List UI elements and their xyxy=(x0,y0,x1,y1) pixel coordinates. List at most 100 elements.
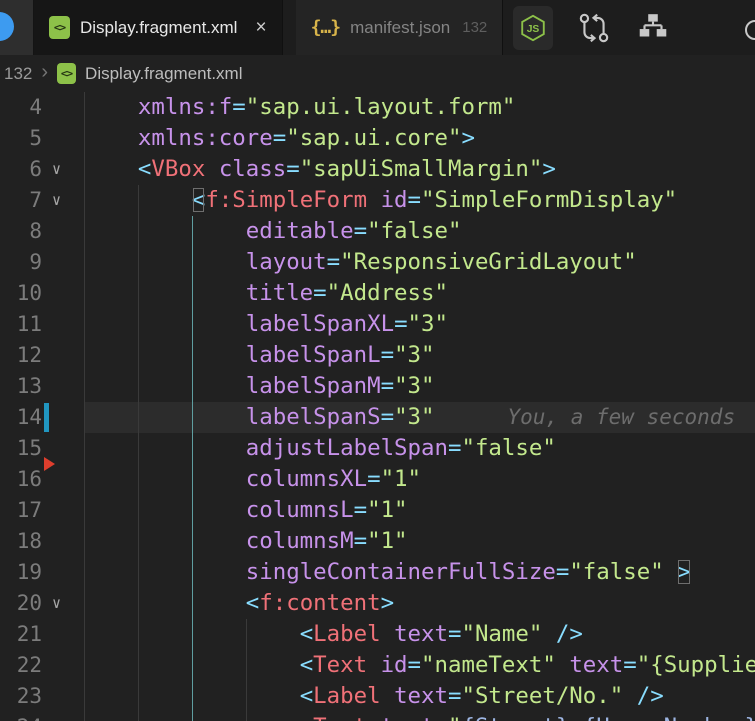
gutter[interactable]: 18 xyxy=(0,526,84,557)
gutter[interactable]: 5 xyxy=(0,123,84,154)
token: = xyxy=(353,497,368,523)
token: < xyxy=(299,683,314,709)
token: labelSpanXL xyxy=(245,311,395,337)
indent-guide xyxy=(138,185,139,721)
tab-display-fragment-xml[interactable]: <> Display.fragment.xml × xyxy=(34,0,283,55)
line-number[interactable]: 19 xyxy=(0,557,42,588)
inline-blame-annotation: You, a few seconds xyxy=(507,405,736,429)
breadcrumb-root[interactable]: 132 xyxy=(4,64,32,84)
gutter[interactable]: 19 xyxy=(0,557,84,588)
hierarchy-icon[interactable] xyxy=(635,11,671,45)
token: = xyxy=(272,125,287,151)
code-line: 12 labelSpanL="3" xyxy=(0,340,755,371)
gutter[interactable]: 20 ∨ xyxy=(0,588,84,619)
code-line: 15 adjustLabelSpan="false" xyxy=(0,433,755,464)
gutter[interactable]: 21 xyxy=(0,619,84,650)
line-number[interactable]: 13 xyxy=(0,371,42,402)
gutter[interactable]: 4 xyxy=(0,92,84,123)
gutter[interactable]: 13 xyxy=(0,371,84,402)
gutter[interactable]: 6 ∨ xyxy=(0,154,84,185)
line-number[interactable]: 10 xyxy=(0,278,42,309)
line-number[interactable]: 4 xyxy=(0,92,42,123)
token: columnsL xyxy=(245,497,354,523)
code-text: columnsL="1" xyxy=(84,495,755,526)
open-changes-icon[interactable] xyxy=(577,11,611,45)
line-number[interactable]: 20 xyxy=(0,588,42,619)
gutter[interactable]: 16 xyxy=(0,457,84,495)
line-number[interactable]: 11 xyxy=(0,309,42,340)
gutter[interactable]: 22 xyxy=(0,650,84,681)
gutter[interactable]: 17 xyxy=(0,495,84,526)
line-number[interactable]: 21 xyxy=(0,619,42,650)
line-number[interactable]: 12 xyxy=(0,340,42,371)
token: = xyxy=(353,528,368,554)
line-number[interactable]: 22 xyxy=(0,650,42,681)
code-text: <f:SimpleForm id="SimpleFormDisplay" xyxy=(84,185,755,216)
gutter[interactable]: 9 xyxy=(0,247,84,278)
line-number[interactable]: 23 xyxy=(0,681,42,712)
token: text xyxy=(394,621,448,647)
gutter[interactable]: 15 xyxy=(0,433,84,464)
gutter[interactable]: 11 xyxy=(0,309,84,340)
editor-actions: JS xyxy=(503,0,755,55)
breadcrumb-file[interactable]: Display.fragment.xml xyxy=(85,64,242,84)
gutter[interactable]: 10 xyxy=(0,278,84,309)
gutter[interactable]: 8 xyxy=(0,216,84,247)
fold-chevron-icon[interactable]: ∨ xyxy=(42,588,84,619)
json-file-icon: {…} xyxy=(310,17,341,38)
token: < xyxy=(299,652,314,678)
token: < xyxy=(137,156,152,182)
code-text: <f:content> xyxy=(84,588,755,619)
token: labelSpanS xyxy=(245,404,381,430)
line-number[interactable]: 24 xyxy=(0,712,42,721)
token: "nameText" xyxy=(421,652,556,678)
line-number[interactable]: 9 xyxy=(0,247,42,278)
token: /> xyxy=(636,683,664,709)
line-number[interactable]: 16 xyxy=(0,464,42,495)
line-number[interactable]: 14 xyxy=(0,402,42,433)
line-number[interactable]: 15 xyxy=(0,433,42,464)
token: Text xyxy=(313,652,368,678)
editor[interactable]: 4 xmlns:f="sap.ui.layout.form" 5 xmlns:co… xyxy=(0,92,755,721)
line-number[interactable]: 8 xyxy=(0,216,42,247)
code-line: 18 columnsM="1" xyxy=(0,526,755,557)
line-number[interactable]: 18 xyxy=(0,526,42,557)
token: "false" xyxy=(569,559,664,585)
code-line: 21 <Label text="Name" /> xyxy=(0,619,755,650)
gutter[interactable]: 23 xyxy=(0,681,84,712)
token: = xyxy=(447,683,462,709)
tab-folder-badge: 132 xyxy=(462,19,488,36)
line-number[interactable]: 6 xyxy=(0,154,42,185)
tab-manifest-json[interactable]: {…} manifest.json 132 xyxy=(295,0,504,55)
token: text xyxy=(394,683,448,709)
gutter[interactable]: 7 ∨ xyxy=(0,185,84,216)
gutter[interactable]: 12 xyxy=(0,340,84,371)
line-number[interactable]: 17 xyxy=(0,495,42,526)
token: text xyxy=(381,714,435,721)
code-text: labelSpanL="3" xyxy=(84,340,755,371)
line-number[interactable]: 5 xyxy=(0,123,42,154)
token: adjustLabelSpan xyxy=(245,435,448,461)
gutter[interactable]: 14 xyxy=(0,402,84,433)
clipped-action-icon xyxy=(745,20,755,40)
code-line: 13 labelSpanM="3" xyxy=(0,371,755,402)
node-js-icon[interactable]: JS xyxy=(513,5,554,50)
token: "false" xyxy=(461,435,556,461)
gutter[interactable]: 24 xyxy=(0,712,84,721)
close-icon[interactable]: × xyxy=(255,18,266,37)
line-number[interactable]: 7 xyxy=(0,185,42,216)
fold-chevron-icon[interactable]: ∨ xyxy=(42,185,84,216)
fold-chevron-icon[interactable]: ∨ xyxy=(42,154,84,185)
tab-bar-spacer xyxy=(0,0,34,55)
git-deleted-indicator xyxy=(44,457,55,471)
code-text: labelSpanM="3" xyxy=(84,371,755,402)
token: = xyxy=(555,559,570,585)
